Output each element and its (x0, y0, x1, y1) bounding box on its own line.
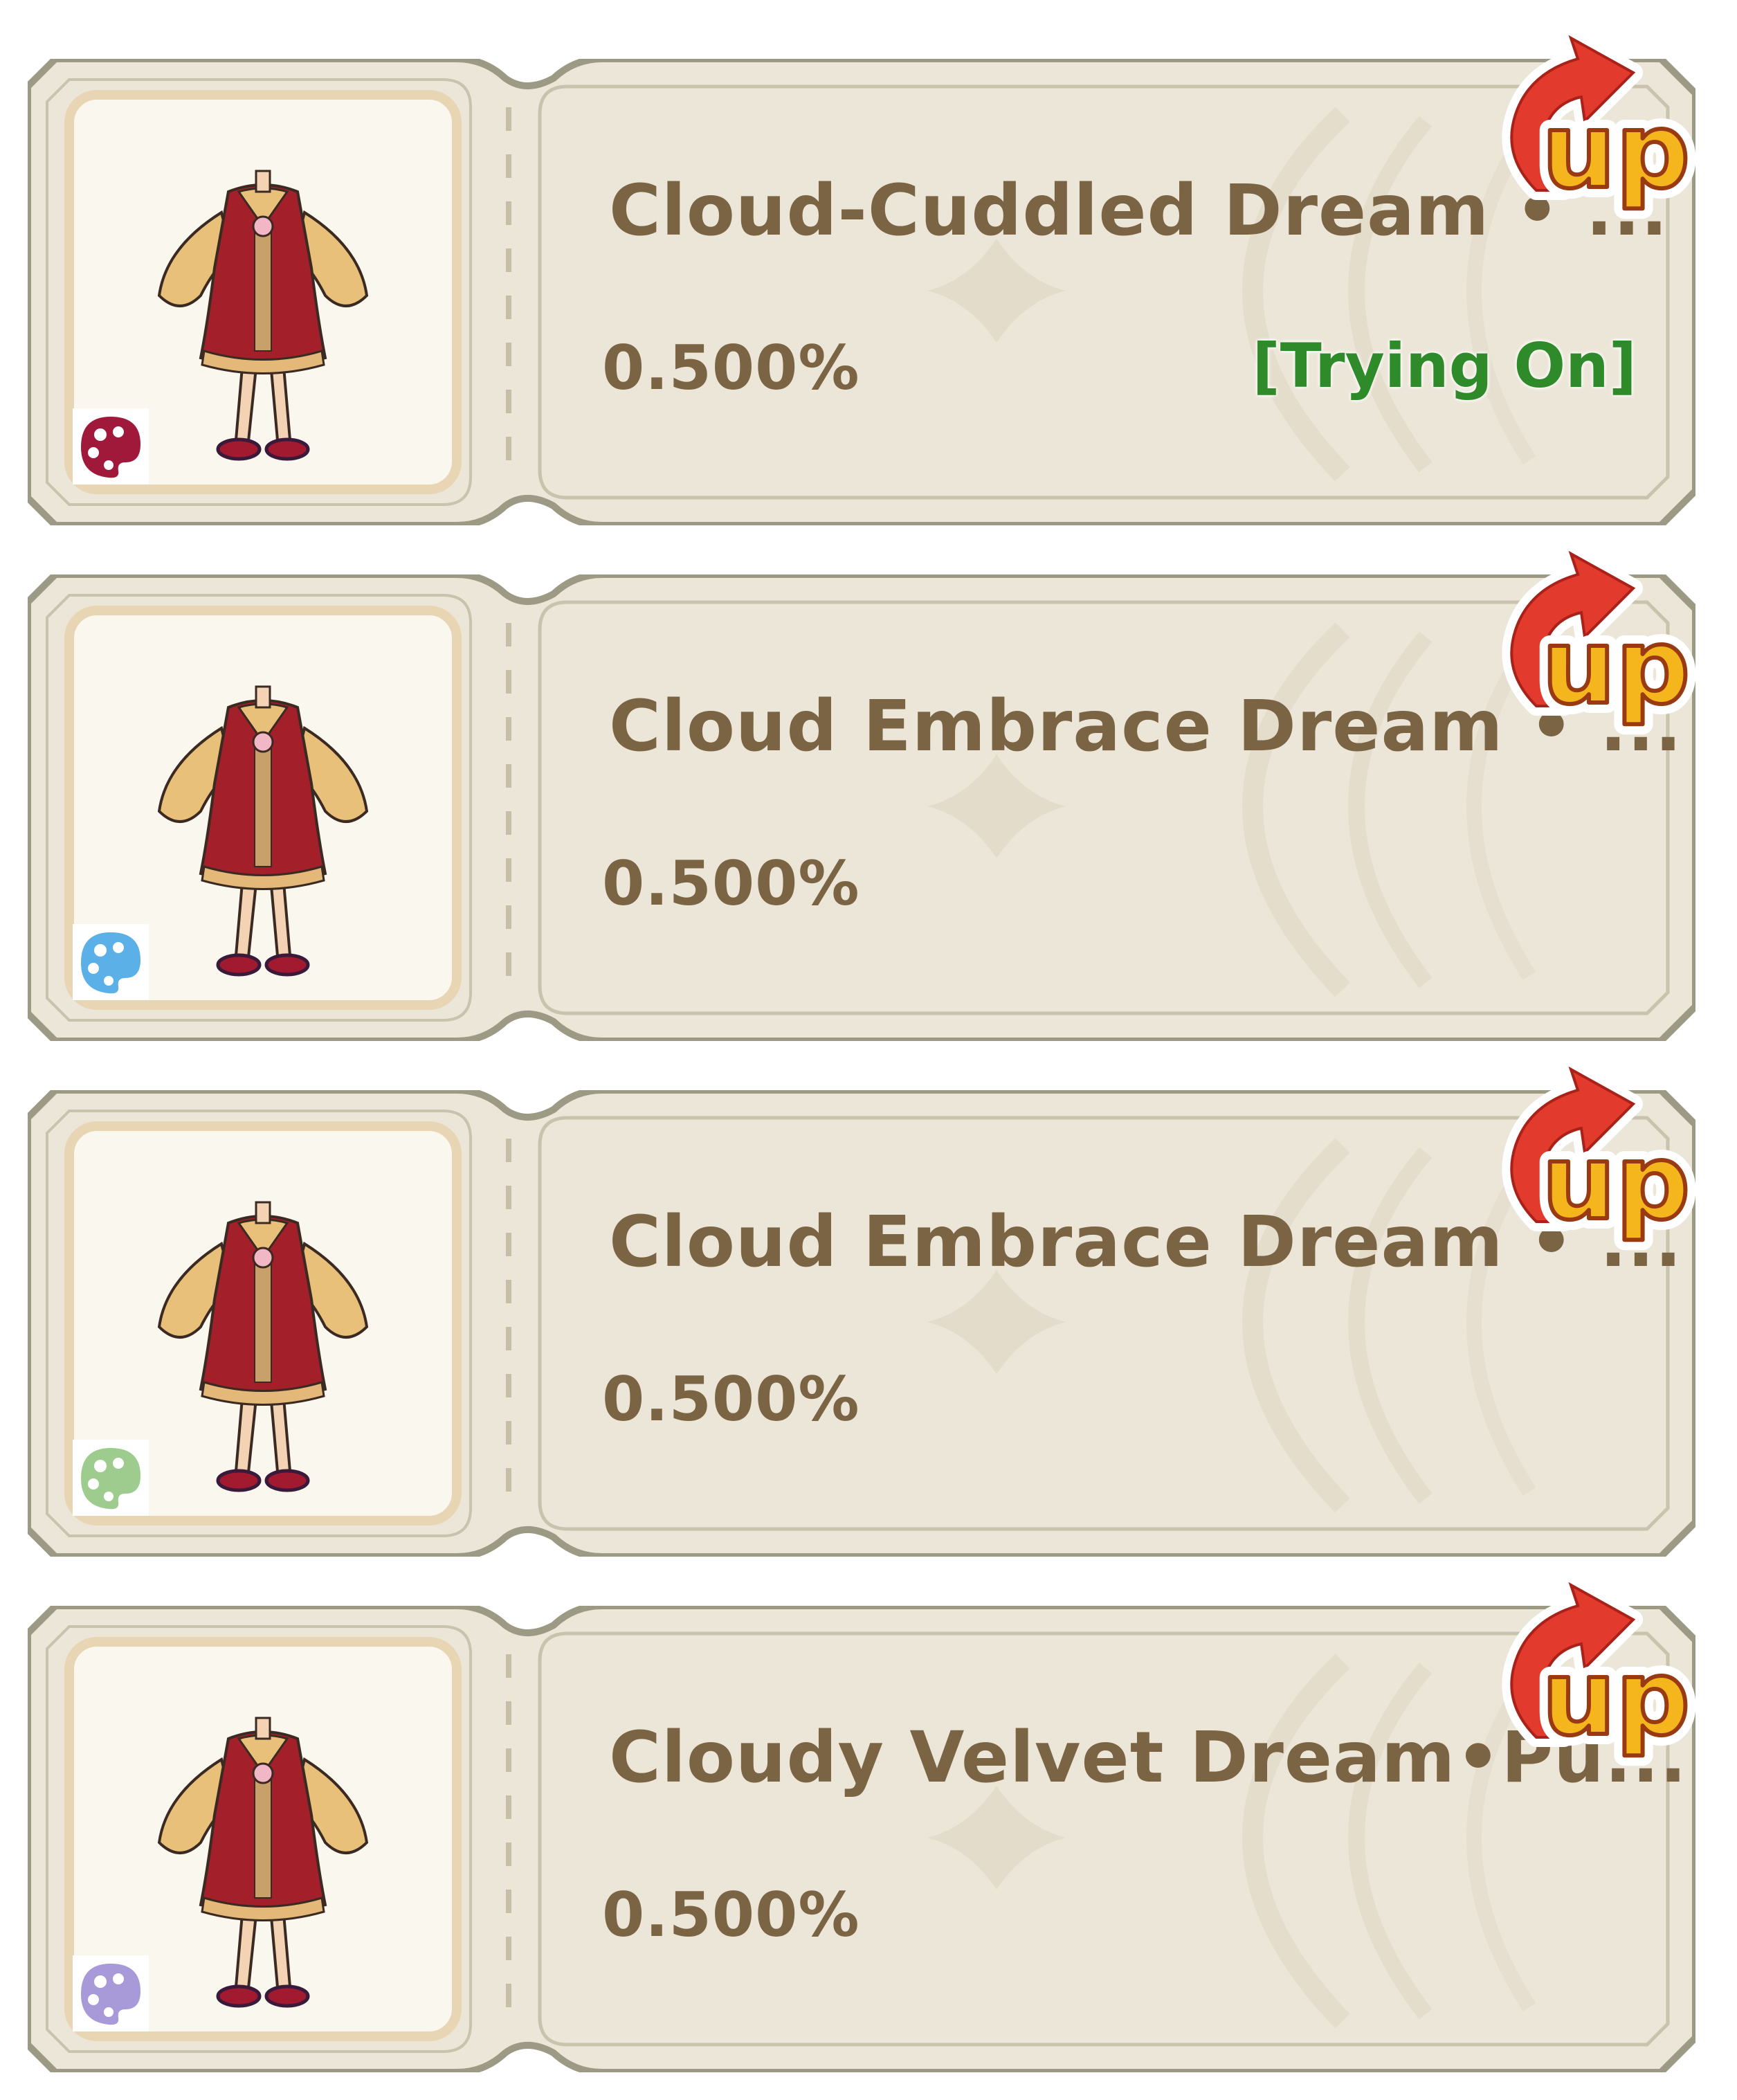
list-item-1[interactable]: Cloud-Cuddled Dream • ... 0.500% [Trying… (28, 28, 1700, 525)
drop-rate: 0.500% (602, 332, 860, 404)
up-arrow-icon: up up (1502, 1575, 1700, 1769)
up-badge: up up (1488, 1564, 1700, 1772)
status-label: [Trying On] (1252, 330, 1637, 401)
list-item-3[interactable]: Cloud Embrace Dream • ... 0.500% up up (28, 1060, 1700, 1557)
palette-icon (73, 924, 149, 1000)
up-arrow-icon: up up (1502, 28, 1700, 222)
drop-rate: 0.500% (602, 848, 860, 919)
palette-icon (73, 408, 149, 485)
up-badge: up up (1488, 1049, 1700, 1256)
svg-text:up: up (1542, 1638, 1690, 1759)
list-item-4[interactable]: Cloudy Velvet Dream•Pu... 0.500% up up (28, 1575, 1700, 2072)
up-badge: up up (1488, 533, 1700, 741)
palette-icon (73, 1955, 149, 2031)
svg-text:up: up (1542, 1123, 1690, 1243)
drop-rate: 0.500% (602, 1364, 860, 1435)
drop-rate: 0.500% (602, 1879, 860, 1950)
list-item-2[interactable]: Cloud Embrace Dream • ... 0.500% up up (28, 544, 1700, 1041)
up-badge: up up (1488, 17, 1700, 225)
svg-text:up: up (1542, 607, 1690, 727)
up-arrow-icon: up up (1502, 544, 1700, 738)
palette-icon (73, 1440, 149, 1516)
up-arrow-icon: up up (1502, 1060, 1700, 1253)
svg-text:up: up (1542, 91, 1690, 212)
